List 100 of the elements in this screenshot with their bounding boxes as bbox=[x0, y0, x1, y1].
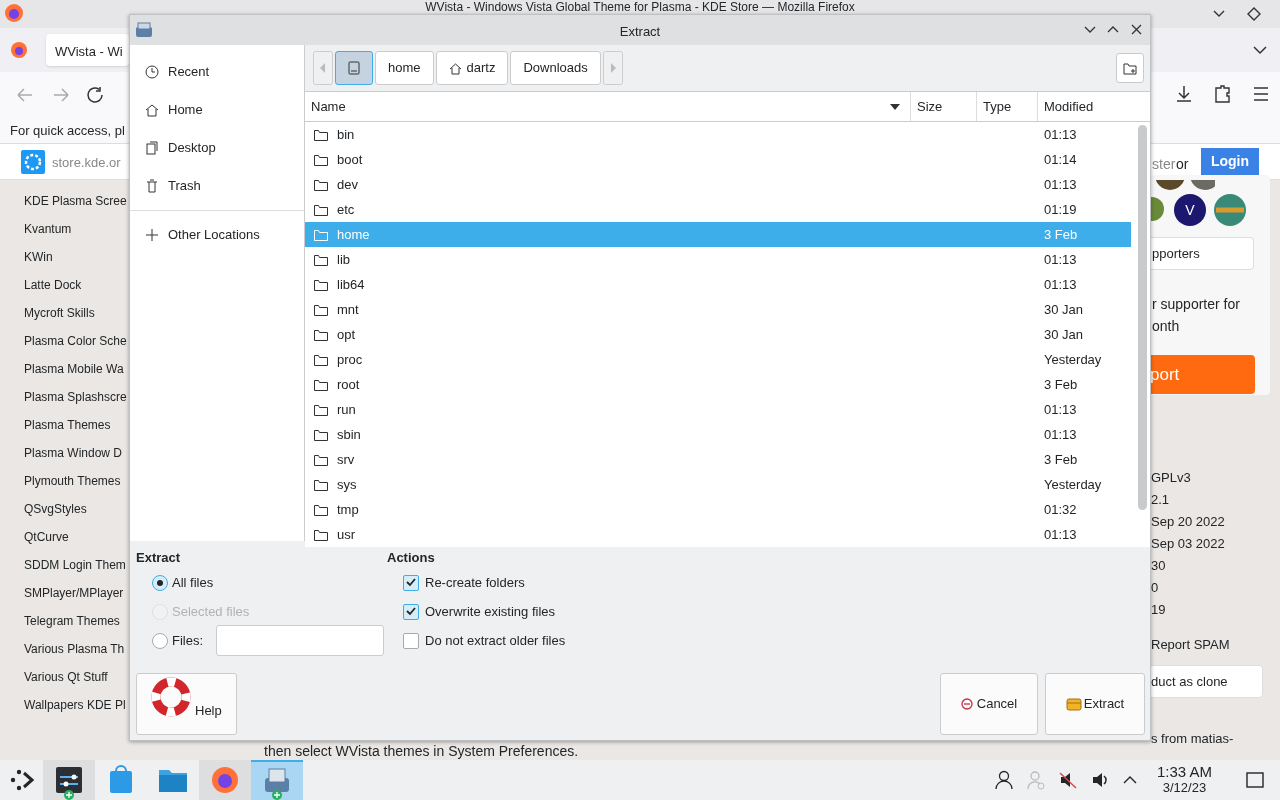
clock-icon bbox=[145, 65, 159, 79]
file-row[interactable]: opt 30 Jan bbox=[305, 322, 1131, 347]
checkbox[interactable] bbox=[403, 603, 419, 620]
file-row[interactable]: etc 01:19 bbox=[305, 197, 1131, 222]
place-item[interactable]: Desktop bbox=[130, 129, 304, 167]
drive-icon bbox=[348, 61, 360, 75]
place-item[interactable]: Recent bbox=[130, 53, 304, 91]
plus-badge-icon bbox=[64, 790, 74, 800]
file-name: proc bbox=[337, 350, 363, 369]
modified-date: 01:13 bbox=[1043, 425, 1077, 444]
folder-icon bbox=[314, 178, 328, 191]
tab-list-icon[interactable] bbox=[1252, 45, 1268, 55]
category-link[interactable]: Plasma Themes bbox=[24, 416, 111, 435]
category-link[interactable]: KWin bbox=[24, 248, 53, 267]
option-label: All files bbox=[172, 573, 214, 592]
app-launcher-icon[interactable] bbox=[9, 767, 35, 793]
file-row[interactable]: mnt 30 Jan bbox=[305, 297, 1131, 322]
clock[interactable]: 1:33 AM 3/12/23 bbox=[1156, 764, 1212, 796]
or-text: or bbox=[1176, 155, 1189, 174]
file-row[interactable]: boot 01:14 bbox=[305, 147, 1131, 172]
checkbox[interactable] bbox=[403, 632, 419, 649]
file-row[interactable]: usr 01:13 bbox=[305, 522, 1131, 547]
category-link[interactable]: Latte Dock bbox=[24, 276, 82, 295]
file-row[interactable]: run 01:13 bbox=[305, 397, 1131, 422]
muted-speaker-icon[interactable] bbox=[1058, 770, 1077, 790]
file-row[interactable]: srv 3 Feb bbox=[305, 447, 1131, 472]
modified-date: Yesterday bbox=[1043, 350, 1102, 369]
firefox-icon[interactable] bbox=[10, 41, 28, 59]
category-link[interactable]: Plasma Window D bbox=[24, 444, 123, 463]
new-folder-button[interactable] bbox=[1116, 53, 1144, 83]
place-item[interactable]: Trash bbox=[130, 167, 304, 205]
column-header[interactable]: Name bbox=[305, 92, 910, 121]
speaker-icon[interactable] bbox=[1090, 770, 1109, 790]
path-segment[interactable]: Downloads bbox=[510, 51, 601, 85]
category-link[interactable]: Various Plasma Th bbox=[24, 640, 125, 659]
file-row[interactable]: sys Yesterday bbox=[305, 472, 1131, 497]
category-link[interactable]: Plasma Splashscre bbox=[24, 388, 127, 407]
navigation-icon[interactable] bbox=[14, 86, 104, 104]
checkbox[interactable] bbox=[403, 574, 419, 591]
caret-icon[interactable] bbox=[1122, 775, 1137, 785]
option-label: Files: bbox=[172, 631, 204, 650]
category-link[interactable]: QtCurve bbox=[24, 528, 69, 547]
column-header[interactable]: Size bbox=[910, 92, 976, 121]
place-item[interactable]: Home bbox=[130, 91, 304, 129]
scrollbar-thumb[interactable] bbox=[1138, 125, 1147, 510]
folder-icon bbox=[314, 228, 328, 241]
file-row[interactable]: lib64 01:13 bbox=[305, 272, 1131, 297]
browser-tab[interactable]: WVista - Wi bbox=[46, 34, 129, 66]
extract-button[interactable]: Extract bbox=[1045, 673, 1145, 735]
file-row[interactable]: tmp 01:32 bbox=[305, 497, 1131, 522]
category-link[interactable]: Telegram Themes bbox=[24, 612, 120, 631]
file-name: tmp bbox=[337, 500, 359, 519]
register-link[interactable]: ster bbox=[1152, 154, 1176, 175]
category-link[interactable]: Various Qt Stuff bbox=[24, 668, 108, 687]
user-icon[interactable] bbox=[994, 770, 1013, 790]
modified-date: 01:32 bbox=[1043, 500, 1077, 519]
report-spam-link[interactable]: Report SPAM bbox=[1151, 635, 1230, 655]
category-link[interactable]: Plasma Color Sche bbox=[24, 332, 127, 351]
help-button[interactable]: Help bbox=[136, 673, 237, 735]
cancel-button[interactable]: Cancel bbox=[940, 673, 1038, 735]
file-name: sbin bbox=[337, 425, 361, 444]
show-desktop-icon[interactable] bbox=[1246, 772, 1264, 788]
column-header[interactable]: Type bbox=[976, 92, 1037, 121]
taskbar-app-button[interactable] bbox=[43, 760, 95, 800]
url-text[interactable]: store.kde.or bbox=[52, 153, 121, 173]
file-row[interactable]: dev 01:13 bbox=[305, 172, 1131, 197]
files-input-field[interactable] bbox=[216, 625, 385, 656]
category-link[interactable]: KDE Plasma Scree bbox=[24, 192, 127, 211]
place-item[interactable]: Other Locations bbox=[130, 216, 304, 254]
radio-button[interactable] bbox=[152, 574, 168, 591]
detail-value: 2.1 bbox=[1151, 491, 1170, 509]
path-segment[interactable]: home bbox=[375, 51, 434, 85]
category-link[interactable]: Mycroft Skills bbox=[24, 304, 95, 323]
path-segment[interactable] bbox=[335, 51, 373, 85]
category-link[interactable]: Wallpapers KDE Pl bbox=[24, 696, 126, 715]
box-icon bbox=[1065, 697, 1082, 711]
column-header[interactable]: Modified bbox=[1037, 92, 1150, 121]
folder-icon bbox=[314, 328, 328, 341]
category-link[interactable]: Plymouth Themes bbox=[24, 472, 121, 491]
trash-icon bbox=[145, 179, 159, 193]
category-link[interactable]: SMPlayer/MPlayer bbox=[24, 584, 124, 603]
file-name: sys bbox=[337, 475, 357, 494]
window-controls-icon[interactable] bbox=[1084, 23, 1144, 37]
modified-date: Yesterday bbox=[1043, 475, 1102, 494]
file-name: etc bbox=[337, 200, 355, 219]
category-link[interactable]: SDDM Login Them bbox=[24, 556, 126, 575]
category-link[interactable]: QSvgStyles bbox=[24, 500, 87, 519]
home-icon bbox=[448, 61, 462, 75]
more-from-text: s from matias- bbox=[1151, 730, 1234, 748]
path-segment[interactable]: dartz bbox=[435, 51, 509, 85]
user-switch-icon[interactable] bbox=[1026, 770, 1045, 790]
login-button[interactable]: Login bbox=[1201, 148, 1259, 175]
support-text: r supporter for bbox=[1152, 295, 1240, 314]
radio-button[interactable] bbox=[152, 632, 168, 649]
file-row[interactable]: sbin 01:13 bbox=[305, 422, 1131, 447]
file-row[interactable]: bin 01:13 bbox=[305, 122, 1131, 147]
modified-date: 3 Feb bbox=[1043, 225, 1078, 244]
category-link[interactable]: Kvantum bbox=[24, 220, 72, 239]
category-link[interactable]: Plasma Mobile Wa bbox=[24, 360, 124, 379]
group-title: Actions bbox=[387, 549, 436, 567]
